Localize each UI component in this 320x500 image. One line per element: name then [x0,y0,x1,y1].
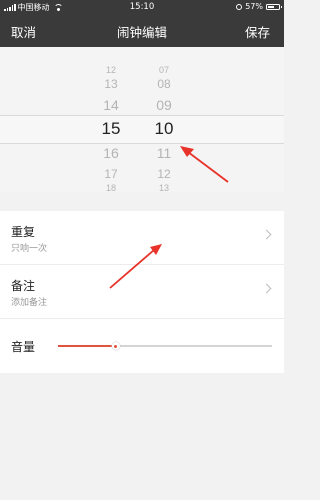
minute-option[interactable]: 08 [149,77,179,91]
chevron-right-icon [261,229,272,240]
battery-percent: 57% [245,2,263,11]
status-bar: 中国移动 15:10 57% [0,0,284,14]
hour-option[interactable]: 12 [96,65,126,75]
note-label: 备注 [11,279,36,293]
cancel-button[interactable]: 取消 [11,22,36,41]
note-row[interactable]: 备注 添加备注 [0,265,284,319]
settings-list: 重复 只响一次 备注 添加备注 音量 [0,211,284,373]
volume-row: 音量 [0,319,284,373]
status-right: 57% [236,2,282,11]
note-placeholder: 添加备注 [11,298,48,308]
repeat-value: 只响一次 [11,244,48,254]
hour-option[interactable]: 17 [96,167,126,181]
volume-label: 音量 [11,340,36,354]
hour-option[interactable]: 16 [96,145,126,161]
minute-wheel[interactable]: 07 08 09 10 11 12 13 [149,47,179,192]
minute-option[interactable]: 10 [149,119,179,139]
minute-option[interactable]: 09 [149,97,179,113]
picker-selection-band [0,115,284,144]
save-button[interactable]: 保存 [245,22,270,41]
minute-option[interactable]: 11 [149,145,179,161]
hour-option[interactable]: 13 [96,77,126,91]
volume-slider[interactable] [58,342,272,350]
hour-option[interactable]: 14 [96,97,126,113]
alarm-icon [236,3,243,10]
repeat-row[interactable]: 重复 只响一次 [0,211,284,265]
minute-option[interactable]: 07 [149,65,179,75]
hour-option[interactable]: 15 [96,119,126,139]
battery-icon [266,3,282,10]
minute-option[interactable]: 12 [149,167,179,181]
volume-slider-fill [58,345,116,347]
page-title: 闹钟编辑 [116,25,167,40]
volume-slider-handle[interactable] [111,342,120,350]
minute-option[interactable]: 13 [149,183,179,192]
hour-wheel[interactable]: 12 13 14 15 16 17 18 [96,47,126,192]
repeat-label: 重复 [11,225,36,239]
nav-bar: 取消 闹钟编辑 保存 [0,14,284,47]
time-picker[interactable]: 12 13 14 15 16 17 18 07 08 09 10 11 12 13 [0,47,284,192]
chevron-right-icon [261,283,272,294]
hour-option[interactable]: 18 [96,183,126,192]
